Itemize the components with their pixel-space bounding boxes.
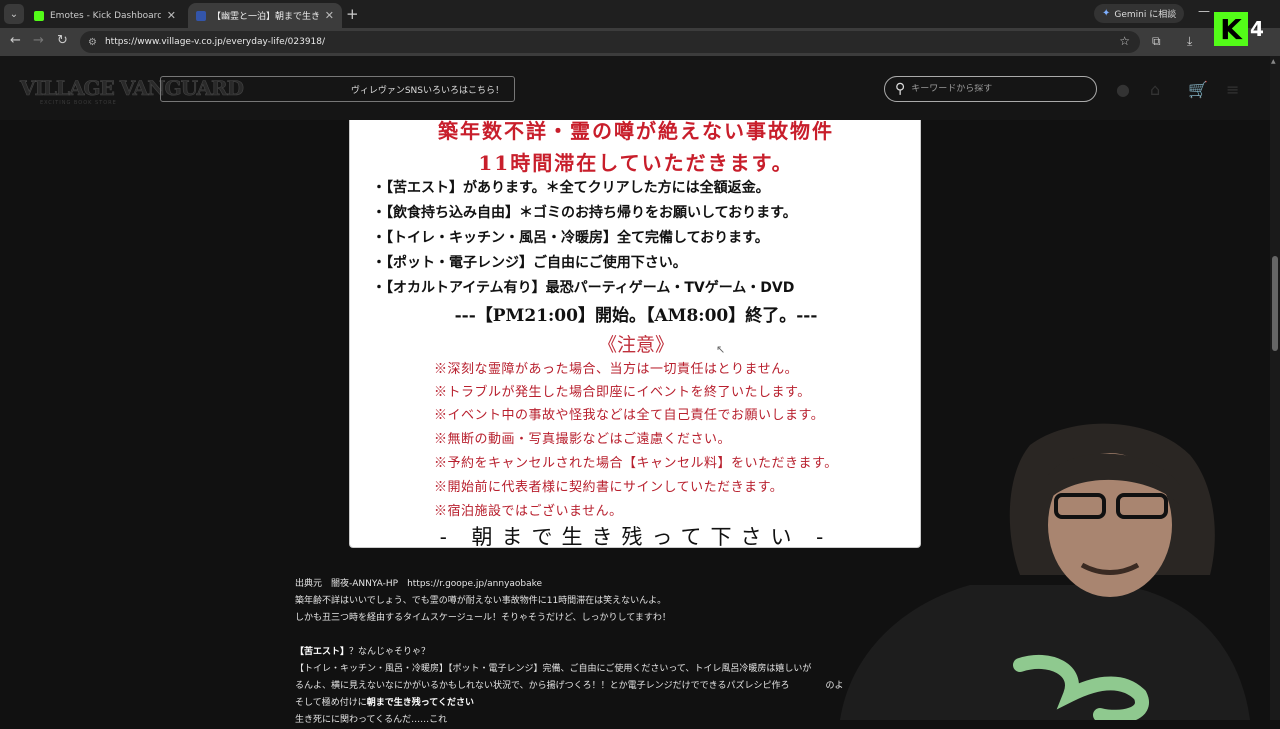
- webcam-shoulders: [840, 585, 1250, 720]
- kick-logo-icon: K: [1214, 12, 1248, 46]
- gemini-label: Gemini に相談: [1114, 10, 1177, 20]
- article-bold-text: 【苦エスト】: [295, 647, 350, 657]
- kick-overlay-badge: K 4: [1214, 10, 1270, 48]
- reload-icon[interactable]: ↻: [57, 33, 68, 48]
- tab-search-button[interactable]: ⌄: [4, 4, 24, 24]
- poster-note: ※イベント中の事故や怪我などは全て自己責任でお願いします。: [434, 408, 825, 423]
- address-bar[interactable]: ⚙ https://www.village-v.co.jp/everyday-l…: [80, 31, 1140, 53]
- article-bold-text: 朝まで生き残ってください: [366, 698, 475, 708]
- close-icon[interactable]: ✕: [167, 9, 176, 22]
- poster-headline-2: 11時間滞在していただきます。: [478, 151, 794, 175]
- minimize-icon[interactable]: —: [1198, 4, 1210, 18]
- kick-count: 4: [1250, 17, 1264, 41]
- cart-icon[interactable]: 🛒: [1188, 80, 1208, 99]
- close-icon[interactable]: ✕: [325, 9, 334, 22]
- search-input[interactable]: [911, 84, 1072, 94]
- page-scrollbar[interactable]: ▲: [1270, 56, 1280, 720]
- poster-caution-title: 《注意》: [597, 334, 674, 356]
- site-favicon-icon: [196, 10, 206, 21]
- poster-bullet: ・【苦エスト】があります。＊全てクリアした方には全額返金。: [372, 180, 770, 196]
- poster-bullet: ・【ポット・電子レンジ】ご自由にご使用下さい。: [372, 255, 687, 271]
- site-info-icon[interactable]: ⚙: [88, 37, 97, 48]
- user-icon[interactable]: ●: [1116, 80, 1130, 99]
- back-arrow-icon[interactable]: ←: [10, 33, 21, 48]
- poster-bullet: ・【飲食持ち込み自由】＊ゴミのお持ち帰りをお願いしております。: [372, 205, 797, 221]
- tab-title: Emotes - Kick Dashboard: [50, 10, 161, 21]
- site-search: ⚲: [884, 76, 1097, 102]
- sns-banner-label: ヴィレヴァンSNSいろいろはこちら！: [350, 85, 504, 96]
- tab-village-vanguard[interactable]: 【幽霊と一泊】朝まで生き残ってくだ ✕: [188, 3, 342, 28]
- scrollbar-thumb[interactable]: [1272, 256, 1278, 351]
- article-text: そして極め付けに: [295, 698, 367, 708]
- poster-note: ※予約をキャンセルされた場合【キャンセル料】をいただきます。: [434, 456, 838, 471]
- poster-time-line: ---【PM21:00】開始。【AM8:00】終了。---: [454, 306, 818, 326]
- poster-bullet: ・【トイレ・キッチン・風呂・冷暖房】全て完備しております。: [372, 230, 769, 246]
- bookmark-star-icon[interactable]: ☆: [1119, 34, 1130, 48]
- gemini-sparkle-icon: ✦: [1102, 8, 1111, 19]
- forward-arrow-icon[interactable]: →: [33, 33, 44, 48]
- poster-headline-1: 築年数不詳・霊の噂が絶えない事故物件: [438, 120, 834, 143]
- poster-note: ※宿泊施設ではございません。: [434, 504, 623, 519]
- hamburger-menu-icon[interactable]: ≡: [1226, 80, 1239, 99]
- extensions-icon[interactable]: ⧉: [1152, 34, 1161, 49]
- gemini-button[interactable]: ✦ Gemini に相談: [1094, 4, 1185, 23]
- tab-kick-dashboard[interactable]: Emotes - Kick Dashboard ✕: [26, 3, 184, 28]
- url-text: https://www.village-v.co.jp/everyday-lif…: [104, 37, 326, 47]
- poster-note: ※トラブルが発生した場合即座にイベントを終了いたします。: [434, 385, 811, 400]
- store-icon[interactable]: ⌂: [1150, 80, 1160, 99]
- search-icon[interactable]: ⚲: [895, 81, 905, 97]
- mouse-cursor-icon: ↖: [716, 343, 726, 356]
- download-icon[interactable]: ⤓: [1187, 34, 1192, 49]
- poster-note: ※深刻な霊障があった場合、当方は一切責任はとりません。: [434, 362, 799, 377]
- kick-favicon-icon: [34, 10, 44, 21]
- streamer-webcam-overlay: [840, 423, 1250, 720]
- article-text: ？なんじゃそりゃ？: [349, 647, 431, 657]
- tab-title: 【幽霊と一泊】朝まで生き残ってくだ: [212, 12, 319, 22]
- new-tab-button[interactable]: +: [346, 5, 359, 23]
- poster-note: ※開始前に代表者様に契約書にサインしていただきます。: [434, 480, 784, 495]
- poster-bullet: ・【オカルトアイテム有り】最恐パーティゲーム・TVゲーム・DVD: [372, 280, 795, 296]
- poster-note: ※無断の動画・写真撮影などはご遠慮ください。: [434, 432, 732, 447]
- sns-banner-button[interactable]: ヴィレヴァンSNSいろいろはこちら！: [160, 76, 515, 102]
- article-text: るんよ、横に見えないなにかがいるかもしれない状況で、から揚げつくろ！！とか電子レ…: [295, 681, 790, 691]
- site-header: VILLAGE VANGUARD EXCITING BOOK STORE ヴィレ…: [0, 56, 1270, 120]
- site-logo-subtitle: EXCITING BOOK STORE: [40, 100, 117, 106]
- scroll-up-icon[interactable]: ▲: [1271, 58, 1276, 65]
- browser-toolbar: ← → ↻ ⚙ https://www.village-v.co.jp/ever…: [0, 28, 1280, 56]
- chevron-down-icon: ⌄: [9, 8, 19, 20]
- tab-strip: ⌄ Emotes - Kick Dashboard ✕ 【幽霊と一泊】朝まで生き…: [0, 0, 1280, 28]
